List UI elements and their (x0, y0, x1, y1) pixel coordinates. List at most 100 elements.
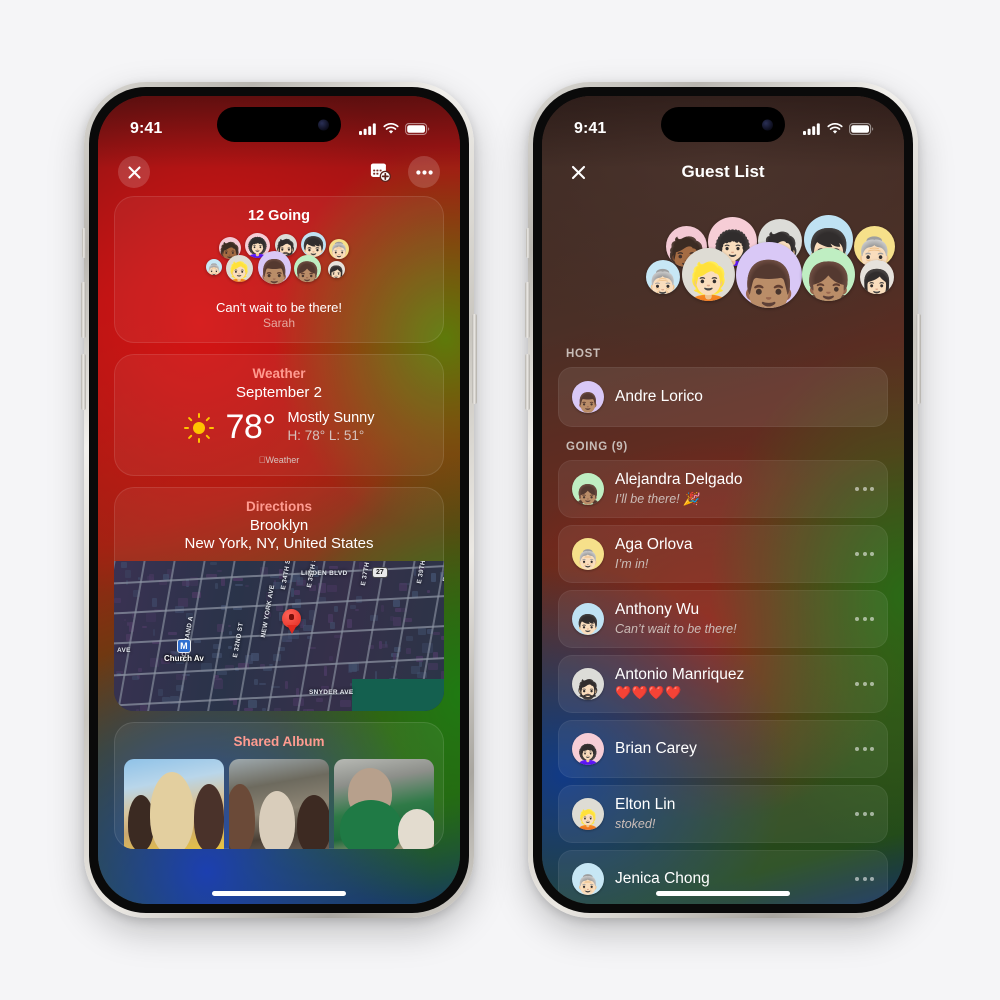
avatar: 👩🏻‍🦱 (572, 733, 604, 765)
album-photo-2[interactable] (229, 759, 329, 849)
avatar-face: 👩🏻 (860, 268, 894, 294)
host-rows: 👨🏽 Andre Lorico (542, 367, 904, 427)
guest-row[interactable]: 👧🏽 Alejandra Delgado I’ll be there! 🎉 (558, 460, 888, 518)
close-button-right[interactable] (562, 156, 594, 188)
host-row-andre-lorico[interactable]: 👨🏽 Andre Lorico (558, 367, 888, 427)
host-section-label: HOST (566, 348, 601, 360)
going-quote-author: Sarah (262, 316, 296, 330)
avatar-10[interactable]: 👩🏻 (328, 261, 345, 278)
more-ellipsis-icon[interactable] (849, 877, 874, 881)
guest-row[interactable]: 👱🏻 Elton Lin stoked! (558, 785, 888, 843)
screenshot-stage: 9:41 (0, 0, 1000, 1000)
more-ellipsis-icon[interactable] (849, 747, 874, 751)
avatar-face: 👩🏻‍🦱 (576, 745, 600, 765)
hero-avatar-10[interactable]: 👩🏻 (860, 260, 894, 294)
going-card[interactable]: 12 Going 🧑🏾 👩🏻‍🦱 🧔🏻 👦🏻 👵🏻 👵🏻 👱🏻 👨🏽 👧🏽 👩🏻 Can't wa… (114, 196, 444, 343)
guest-name: Jenica Chong (615, 869, 710, 887)
avatar-7[interactable]: 👱🏻 (226, 255, 253, 282)
avatar-face: 👨🏽 (258, 258, 291, 284)
weather-summary-row: 78° Mostly Sunny H: 78° L: 51° (114, 401, 444, 449)
front-camera-icon (762, 119, 773, 130)
shared-album-photos[interactable] (114, 759, 444, 849)
weather-temperature: 78° (225, 408, 276, 446)
battery-icon (405, 123, 430, 135)
guest-row[interactable]: 👦🏻 Anthony Wu Can’t wait to be there! (558, 590, 888, 648)
directions-card[interactable]: Directions Brooklyn New York, NY, United… (114, 487, 444, 711)
home-indicator-right[interactable] (656, 891, 790, 896)
avatar-8[interactable]: 👨🏽 (258, 251, 291, 284)
avatar-face: 👵🏻 (206, 263, 222, 275)
status-indicators-right (803, 123, 874, 135)
avatar-6[interactable]: 👵🏻 (206, 259, 222, 275)
nav-actions (364, 156, 440, 188)
guest-name: Brian Carey (615, 739, 697, 757)
avatar-9[interactable]: 👧🏽 (294, 255, 321, 282)
avatar-4[interactable]: 👦🏻 (301, 232, 326, 257)
avatar: 👨🏽 (572, 381, 604, 413)
guest-row[interactable]: 👩🏻‍🦱 Brian Carey (558, 720, 888, 778)
guest-list-scroll[interactable]: 🧑🏾👩🏻‍🦱🧔🏻👦🏻👵🏻👵🏻👱🏻👨🏽👧🏽👩🏻 HOST 👨🏽 Andre Lor… (542, 196, 904, 904)
guest-text: Anthony Wu Can’t wait to be there! (615, 601, 838, 637)
more-ellipsis-icon[interactable] (849, 682, 874, 686)
guest-text: Jenica Chong (615, 870, 838, 889)
avatar-face: 👧🏽 (576, 485, 600, 505)
weather-card[interactable]: Weather September 2 78° Mostly Sunny H: … (114, 354, 444, 476)
transit-station-label: Church Av (164, 654, 204, 663)
hero-avatar-9[interactable]: 👧🏽 (802, 248, 855, 301)
calendar-add-icon (370, 163, 391, 182)
power-button[interactable] (472, 314, 477, 404)
iphone-right-guest-list: 9:41 (525, 82, 921, 918)
hero-avatar-6[interactable]: 👵🏻 (646, 260, 680, 294)
avatar: 👵🏻 (572, 863, 604, 895)
avatar-face: 👱🏻 (226, 262, 253, 282)
map-preview[interactable]: 27 LINDEN BLVD SNYDER AVE AVE E 32ND ST … (114, 561, 444, 711)
avatar-face: 👵🏻 (576, 550, 600, 570)
nav-bar-right: Guest List (542, 148, 904, 196)
avatar: 👵🏻 (572, 538, 604, 570)
album-photo-3[interactable] (334, 759, 434, 849)
home-indicator-left[interactable] (212, 891, 346, 896)
avatar-5[interactable]: 👵🏻 (329, 239, 349, 259)
mute-switch-right[interactable] (526, 228, 530, 258)
weather-attribution: Weather (259, 455, 300, 465)
going-avatar-cluster[interactable]: 🧑🏾 👩🏻‍🦱 🧔🏻 👦🏻 👵🏻 👵🏻 👱🏻 👨🏽 👧🏽 👩🏻 (114, 231, 444, 293)
volume-up-button-right[interactable] (525, 282, 530, 338)
volume-down-button[interactable] (81, 354, 86, 410)
more-ellipsis-icon[interactable] (849, 552, 874, 556)
guest-text: Aga Orlova I’m in! (615, 536, 838, 572)
weather-condition: Mostly Sunny (287, 410, 375, 427)
dynamic-island-right (661, 107, 785, 142)
album-photo-1[interactable] (124, 759, 224, 849)
directions-address: New York, NY, United States (184, 535, 374, 552)
directions-card-title: Directions (245, 499, 313, 514)
status-time-right: 9:41 (574, 120, 607, 137)
volume-down-button-right[interactable] (525, 354, 530, 410)
shared-album-title: Shared Album (233, 734, 325, 749)
more-ellipsis-icon[interactable] (849, 812, 874, 816)
guest-row[interactable]: 👵🏻 Aga Orlova I’m in! (558, 525, 888, 583)
avatar: 🧔🏻 (572, 668, 604, 700)
sun-icon (183, 412, 214, 443)
event-cards-scroll[interactable]: 12 Going 🧑🏾 👩🏻‍🦱 🧔🏻 👦🏻 👵🏻 👵🏻 👱🏻 👨🏽 👧🏽 👩🏻 Can't wa… (98, 196, 460, 904)
more-options-button[interactable] (408, 156, 440, 188)
avatar-face: 👦🏻 (576, 615, 600, 635)
add-to-calendar-button[interactable] (364, 156, 396, 188)
hero-avatar-8[interactable]: 👨🏽 (736, 242, 802, 308)
guest-hero-avatar-cluster[interactable]: 🧑🏾👩🏻‍🦱🧔🏻👦🏻👵🏻👵🏻👱🏻👨🏽👧🏽👩🏻 (542, 204, 904, 334)
transit-station-church-av[interactable]: M Church Av (164, 639, 204, 663)
close-button[interactable] (118, 156, 150, 188)
guest-name: Antonio Manriquez (615, 665, 745, 683)
avatar-face: 👵🏻 (646, 268, 680, 294)
volume-up-button[interactable] (81, 282, 86, 338)
map-pin-icon[interactable] (282, 609, 301, 634)
shared-album-card[interactable]: Shared Album (114, 722, 444, 849)
mute-switch[interactable] (82, 228, 86, 258)
screen-right: 9:41 (542, 96, 904, 904)
more-ellipsis-icon[interactable] (849, 617, 874, 621)
more-ellipsis-icon[interactable] (849, 487, 874, 491)
hero-avatar-7[interactable]: 👱🏻 (682, 248, 735, 301)
power-button-right[interactable] (916, 314, 921, 404)
host-text: Andre Lorico (615, 388, 874, 407)
guest-note: stoked! (615, 816, 656, 831)
guest-row[interactable]: 🧔🏻 Antonio Manriquez ❤️❤️❤️❤️ (558, 655, 888, 713)
